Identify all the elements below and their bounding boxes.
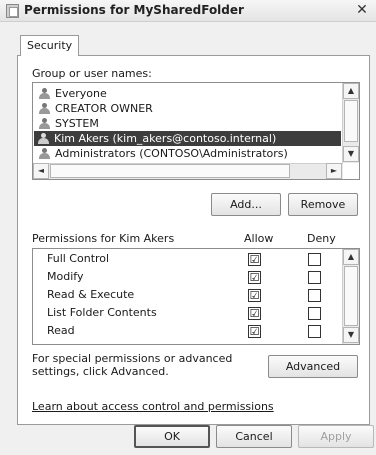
- scroll-down-icon[interactable]: ▼: [343, 327, 359, 343]
- learn-more-link[interactable]: Learn about access control and permissio…: [32, 400, 274, 413]
- allow-checkbox[interactable]: ☑: [248, 307, 261, 320]
- group-icon: [39, 88, 51, 99]
- folder-properties-icon: [6, 4, 19, 18]
- scroll-left-icon[interactable]: ◄: [33, 163, 49, 179]
- list-item-label: Administrators (CONTOSO\Administrators): [55, 147, 288, 160]
- scroll-thumb[interactable]: [344, 266, 358, 326]
- add-button[interactable]: Add...: [211, 193, 281, 216]
- permission-name: Full Control: [47, 252, 110, 265]
- allow-checkbox[interactable]: ☑: [248, 289, 261, 302]
- user-list-horizontal-scrollbar[interactable]: ◄ ►: [33, 163, 343, 179]
- user-list[interactable]: Everyone CREATOR OWNER SYSTEM Kim Akers …: [32, 82, 360, 180]
- allow-checkbox[interactable]: ☑: [248, 253, 261, 266]
- list-item-label: Everyone: [55, 87, 107, 100]
- scroll-up-icon[interactable]: ▲: [343, 83, 359, 99]
- user-list-vertical-scrollbar[interactable]: ▲ ▼: [342, 83, 359, 163]
- list-item-label: SYSTEM: [55, 117, 99, 130]
- permission-row-read: Read ☑: [33, 322, 343, 340]
- group-icon: [39, 118, 51, 129]
- deny-checkbox[interactable]: [308, 289, 321, 302]
- advanced-button[interactable]: Advanced: [268, 355, 358, 378]
- permission-name: List Folder Contents: [47, 306, 157, 319]
- permission-name: Modify: [47, 270, 84, 283]
- scroll-thumb[interactable]: [50, 164, 290, 178]
- allow-checkbox[interactable]: ☑: [248, 325, 261, 338]
- list-item-label: Kim Akers (kim_akers@contoso.internal): [54, 132, 277, 145]
- permissions-header: Permissions for Kim Akers Allow Deny: [32, 232, 360, 246]
- permission-row-read-execute: Read & Execute ☑: [33, 286, 343, 304]
- remove-button[interactable]: Remove: [288, 193, 358, 216]
- title-bar: Permissions for MySharedFolder ✕: [0, 0, 376, 22]
- list-item-label: CREATOR OWNER: [55, 102, 153, 115]
- group-icon: [39, 103, 51, 114]
- ok-button[interactable]: OK: [134, 425, 210, 448]
- scroll-down-icon[interactable]: ▼: [343, 146, 359, 162]
- permission-row-full-control: Full Control ☑: [33, 250, 343, 268]
- list-item-kim-akers[interactable]: Kim Akers (kim_akers@contoso.internal): [34, 131, 341, 146]
- deny-checkbox[interactable]: [308, 253, 321, 266]
- permission-name: Read: [47, 324, 75, 337]
- apply-button: Apply: [298, 425, 374, 448]
- group-icon: [39, 148, 51, 159]
- deny-checkbox[interactable]: [308, 307, 321, 320]
- deny-column-header: Deny: [307, 232, 336, 245]
- list-item-everyone[interactable]: Everyone: [35, 86, 107, 101]
- list-item-system[interactable]: SYSTEM: [35, 116, 99, 131]
- permissions-vertical-scrollbar[interactable]: ▲ ▼: [342, 249, 359, 344]
- scroll-up-icon[interactable]: ▲: [343, 249, 359, 265]
- close-icon[interactable]: ✕: [354, 2, 370, 18]
- advanced-settings-text: For special permissions or advanced sett…: [32, 352, 233, 378]
- list-item-administrators[interactable]: Administrators (CONTOSO\Administrators): [35, 146, 288, 161]
- permissions-list: Full Control ☑ Modify ☑ Read & Execute ☑…: [32, 248, 360, 345]
- scroll-thumb[interactable]: [344, 100, 358, 142]
- tab-security[interactable]: Security: [20, 35, 80, 56]
- allow-column-header: Allow: [244, 232, 274, 245]
- window-title: Permissions for MySharedFolder: [24, 3, 244, 17]
- scroll-right-icon[interactable]: ►: [326, 163, 342, 179]
- group-or-user-names-label: Group or user names:: [32, 67, 152, 80]
- permission-name: Read & Execute: [47, 288, 135, 301]
- permission-row-modify: Modify ☑: [33, 268, 343, 286]
- user-icon: [38, 133, 50, 144]
- deny-checkbox[interactable]: [308, 325, 321, 338]
- allow-checkbox[interactable]: ☑: [248, 271, 261, 284]
- permission-row-list-folder-contents: List Folder Contents ☑: [33, 304, 343, 322]
- deny-checkbox[interactable]: [308, 271, 321, 284]
- permissions-label: Permissions for Kim Akers: [32, 232, 175, 245]
- list-item-creator-owner[interactable]: CREATOR OWNER: [35, 101, 153, 116]
- cancel-button[interactable]: Cancel: [216, 425, 292, 448]
